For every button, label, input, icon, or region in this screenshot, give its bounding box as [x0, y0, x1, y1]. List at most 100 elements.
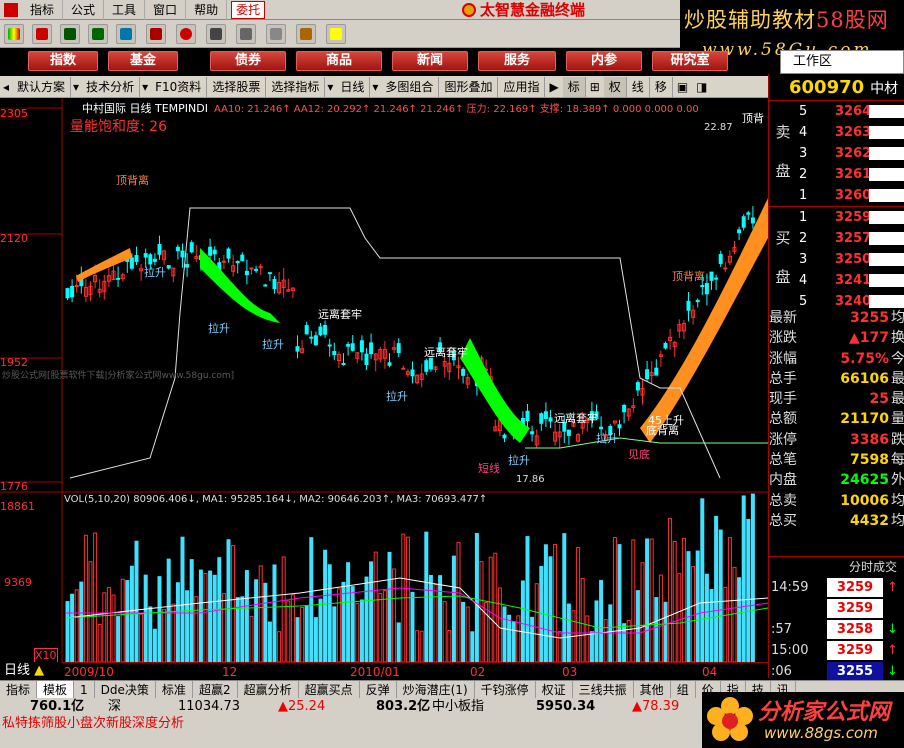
ask-row[interactable]: 2 3261 — [797, 164, 904, 185]
nav-insider[interactable]: 内参 — [566, 51, 642, 71]
volume-bar — [442, 601, 447, 662]
nav-research[interactable]: 研究室 — [652, 51, 728, 71]
card-icon[interactable] — [266, 24, 286, 44]
volume-bar — [727, 537, 732, 662]
computer-icon[interactable] — [116, 24, 136, 44]
bottom-tab[interactable]: 组 — [671, 681, 696, 699]
tick-row[interactable]: :57 3258 ↓ — [769, 619, 904, 640]
fund-icon[interactable] — [146, 24, 166, 44]
bottom-tab[interactable]: 指标 — [0, 681, 38, 699]
peak-price-label: 22.87 — [704, 122, 733, 133]
menu-item-help[interactable]: 帮助 — [186, 0, 228, 20]
camera-icon[interactable] — [236, 24, 256, 44]
apply-indicator-button[interactable]: 应用指 — [498, 76, 546, 97]
volume-bar — [272, 564, 277, 662]
tech-analysis-button[interactable]: 技术分析 — [81, 76, 141, 97]
nav-service[interactable]: 服务 — [478, 51, 556, 71]
bottom-tab[interactable]: 三线共振 — [573, 681, 634, 699]
play-icon[interactable]: ▶ — [545, 80, 562, 94]
nav-fund[interactable]: 基金 — [108, 51, 178, 71]
green-band — [200, 248, 280, 323]
sme-index: 5950.34 — [536, 699, 596, 714]
kline-chart[interactable]: 中村国际 日线 TEMPINDI AA10: 21.246↑ AA12: 20.… — [0, 98, 768, 677]
stat-value: 24625 — [840, 472, 889, 489]
orange-band — [640, 198, 768, 443]
flag-icon[interactable] — [4, 24, 24, 44]
ask-row[interactable]: 4 3263 — [797, 122, 904, 143]
crosshair-icon[interactable]: ⊞ — [586, 80, 604, 94]
tick-row[interactable]: :06 3255 ↓ — [769, 661, 904, 682]
line-button[interactable]: 线 — [627, 76, 650, 97]
menu-item-formula[interactable]: 公式 — [63, 0, 105, 20]
help-icon[interactable] — [326, 24, 346, 44]
dropdown-icon[interactable]: ▾ — [71, 80, 81, 94]
bottom-tab[interactable]: Dde决策 — [95, 681, 156, 699]
ask-row[interactable]: 3 3262 — [797, 143, 904, 164]
bottom-tab[interactable]: 1 — [74, 681, 95, 699]
bottom-tab[interactable]: 超赢2 — [193, 681, 238, 699]
bid-row[interactable]: 3 3250 — [797, 249, 904, 270]
annotation-12: 顶背离 — [672, 270, 705, 283]
volume-bar — [65, 601, 70, 662]
volume-bar — [254, 579, 259, 662]
tree-icon[interactable] — [88, 24, 108, 44]
volume-bar — [451, 555, 456, 662]
entrust-button[interactable]: 委托 — [231, 0, 266, 19]
candle-body — [346, 343, 351, 347]
tick-price: 3259 — [827, 641, 883, 660]
period-tag[interactable]: 日线 ▲ — [0, 662, 62, 680]
menu-item-window[interactable]: 窗口 — [145, 0, 187, 20]
select-indicator-button[interactable]: 选择指标 — [266, 76, 326, 97]
move-button[interactable]: 移 — [650, 76, 673, 97]
annotation-9: 拉升 — [508, 454, 530, 467]
bottom-tab[interactable]: 权证 — [536, 681, 573, 699]
pressure-line — [69, 207, 721, 479]
grid-icon[interactable] — [206, 24, 226, 44]
overlay-button[interactable]: 图形叠加 — [439, 76, 499, 97]
menu-item-indicator[interactable]: 指标 — [22, 0, 64, 20]
multi-chart-button[interactable]: 多图组合 — [380, 76, 440, 97]
dock-icon[interactable]: ◨ — [692, 80, 711, 94]
ask-row[interactable]: 5 3264 — [797, 101, 904, 122]
menu-item-tools[interactable]: 工具 — [104, 0, 146, 20]
period-select[interactable]: 日线 — [335, 76, 371, 97]
bottom-tab[interactable]: 反弹 — [360, 681, 397, 699]
bottom-tab[interactable]: 模板 — [37, 681, 75, 699]
nav-commodity[interactable]: 商品 — [296, 51, 382, 71]
bottom-tab[interactable]: 超赢买点 — [299, 681, 360, 699]
f10-button[interactable]: F10资料 — [150, 76, 208, 97]
mark-button[interactable]: 标 — [562, 76, 586, 97]
left-arrow-icon[interactable]: ◂ — [0, 80, 12, 94]
select-stock-button[interactable]: 选择股票 — [207, 76, 267, 97]
signal-icon[interactable] — [176, 24, 196, 44]
chart-bar-icon[interactable] — [32, 24, 52, 44]
tick-row[interactable]: 3259 — [769, 598, 904, 619]
window-icon[interactable]: ▣ — [673, 80, 692, 94]
nav-bond[interactable]: 债券 — [210, 51, 286, 71]
tick-row[interactable]: 15:00 3259 ↑ — [769, 640, 904, 661]
bid-row[interactable]: 4 3241 — [797, 270, 904, 291]
tick-row[interactable]: 14:59 3259 ↑ — [769, 577, 904, 598]
bid-row[interactable]: 2 3257 — [797, 228, 904, 249]
dropdown-icon[interactable]: ▾ — [370, 80, 380, 94]
volume-bar — [281, 556, 286, 662]
dropdown-icon[interactable]: ▾ — [140, 80, 150, 94]
weight-button[interactable]: 权 — [603, 76, 627, 97]
nav-index[interactable]: 指数 — [28, 51, 98, 71]
workspace-button[interactable]: 工作区 — [780, 50, 904, 74]
binoculars-icon[interactable] — [60, 24, 80, 44]
bottom-tab[interactable]: 千钧涨停 — [475, 681, 536, 699]
vol-y-label-mid: 9369 — [4, 576, 32, 589]
chart-bars-icon[interactable] — [296, 24, 316, 44]
bid-row[interactable]: 1 3259 — [797, 207, 904, 228]
candle-body — [65, 288, 70, 299]
nav-news[interactable]: 新闻 — [392, 51, 468, 71]
ask-row[interactable]: 1 3260 — [797, 185, 904, 206]
bottom-tab[interactable]: 炒海潜庄(1) — [397, 681, 475, 699]
bottom-tab[interactable]: 标准 — [156, 681, 193, 699]
dropdown-icon[interactable]: ▾ — [325, 80, 335, 94]
bottom-tab[interactable]: 其他 — [634, 681, 671, 699]
stat-unit: 跌 — [891, 431, 904, 448]
bottom-tab[interactable]: 超赢分析 — [238, 681, 299, 699]
scheme-select[interactable]: 默认方案 — [12, 76, 72, 97]
